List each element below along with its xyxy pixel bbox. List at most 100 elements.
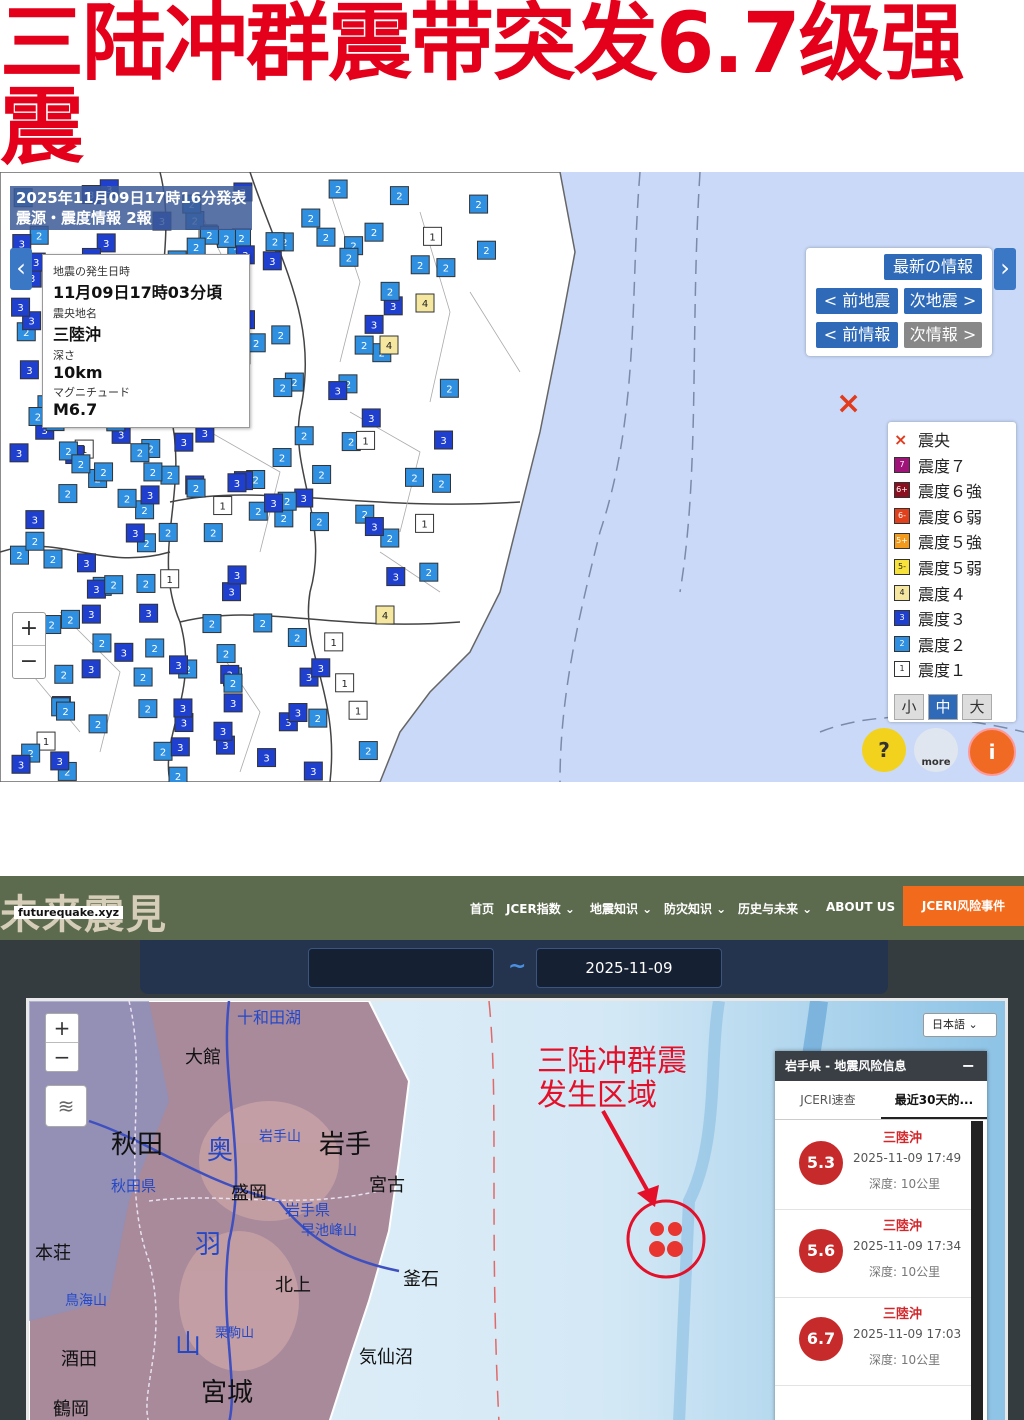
tab-jceri-lookup[interactable]: JCERI速查 [775, 1081, 881, 1119]
jma-intensity-map[interactable]: 2233222113222122223222222322233322322222… [0, 172, 1024, 782]
legend-label: 震度１ [918, 661, 967, 681]
svg-text:3: 3 [301, 494, 307, 505]
more-label: more [921, 757, 951, 768]
svg-text:3: 3 [368, 414, 374, 425]
svg-text:4: 4 [422, 299, 428, 310]
intensity-marker: 4 [379, 335, 399, 355]
intensity-marker: 2 [364, 222, 384, 242]
layers-icon[interactable]: ≋ [45, 1085, 87, 1127]
next-arrow-button[interactable]: › [994, 248, 1016, 290]
svg-text:2: 2 [396, 192, 402, 203]
intensity-marker: 3 [174, 432, 194, 452]
svg-text:3: 3 [230, 699, 236, 710]
map-place-label: 岩手山 [259, 1129, 301, 1145]
svg-text:3: 3 [270, 499, 276, 510]
prev-arrow-button[interactable]: ‹ [10, 248, 32, 290]
svg-text:2: 2 [280, 384, 286, 395]
legend-row: 7 震度７ [894, 454, 966, 476]
intensity-marker: 3 [25, 510, 45, 530]
svg-text:2: 2 [335, 185, 341, 196]
next-info-button[interactable]: 次情報 > [904, 322, 982, 348]
date-from-input[interactable] [308, 948, 494, 988]
svg-text:4: 4 [386, 341, 392, 352]
quake-list-item[interactable]: 5.6 三陸沖 2025-11-09 17:34 深度: 10公里 [775, 1209, 971, 1298]
svg-text:2: 2 [99, 639, 105, 650]
svg-text:2: 2 [371, 228, 377, 239]
svg-text:2: 2 [365, 747, 371, 758]
svg-text:3: 3 [234, 479, 240, 490]
svg-text:3: 3 [88, 665, 94, 676]
fq-zoom-out-button[interactable]: − [46, 1042, 78, 1071]
magnitude-value: M6.7 [53, 400, 98, 419]
menu-history-future[interactable]: 历史与未来 ⌄ [738, 900, 812, 917]
svg-text:3: 3 [33, 258, 39, 269]
language-select[interactable]: 日本語 ⌄ [923, 1013, 997, 1037]
jceri-map[interactable]: 大館 秋田 岩手 秋田県 盛岡 宮古 岩手県 早池峰山 本荘 北上 釜石 鳥海山 酒田 栗駒山 気仙沼 宮城鶴… [26, 998, 1008, 1420]
svg-text:2: 2 [279, 454, 285, 465]
intensity-marker: 3 [294, 488, 314, 508]
prev-info-button[interactable]: < 前情報 [816, 322, 898, 348]
svg-text:3: 3 [181, 438, 187, 449]
svg-text:2: 2 [100, 468, 106, 479]
place-value: 三陸沖 [53, 325, 102, 344]
svg-text:2: 2 [140, 673, 146, 684]
earthquake-info-card: 地震の発生日時 11月09日17時03分頃 震央地名 三陸沖 深さ 10km マ… [42, 254, 250, 428]
size-medium-button[interactable]: 中 [928, 694, 958, 720]
panel-scrollbar[interactable] [971, 1121, 983, 1420]
menu-about-us[interactable]: ABOUT US [826, 900, 895, 914]
svg-text:3: 3 [202, 429, 208, 440]
legend-epicenter-icon: × [894, 429, 908, 449]
tab-recent-30-days[interactable]: 最近30天的... [881, 1081, 987, 1119]
help-person-icon[interactable]: ? [862, 728, 906, 772]
svg-text:2: 2 [111, 581, 117, 592]
intensity-marker: 3 [86, 579, 106, 599]
more-search-icon[interactable]: more [914, 728, 958, 772]
svg-text:3: 3 [390, 302, 396, 313]
svg-text:3: 3 [180, 704, 186, 715]
latest-info-button[interactable]: 最新の情報 [884, 254, 982, 280]
svg-text:1: 1 [355, 706, 361, 717]
fq-zoom-in-button[interactable]: + [46, 1014, 78, 1042]
intensity-marker: 3 [303, 761, 323, 781]
svg-text:3: 3 [263, 754, 269, 765]
svg-text:2: 2 [253, 339, 259, 350]
intensity-marker: 2 [405, 467, 425, 487]
intensity-legend: × 震央 7 震度７ 6+ 震度６強 6- 震度６弱 5+ 震度５強 5- 震度５弱 4 震度４ 3 震度３ 2… [888, 422, 1016, 722]
prev-quake-button[interactable]: < 前地震 [816, 288, 898, 314]
panel-collapse-button[interactable]: − [962, 1051, 975, 1081]
intensity-marker: 2 [272, 448, 292, 468]
intensity-marker: 3 [434, 430, 454, 450]
svg-text:3: 3 [88, 610, 94, 621]
zoom-in-button[interactable]: + [13, 613, 45, 645]
menu-disaster-knowledge[interactable]: 防灾知识 ⌄ [664, 900, 726, 917]
svg-text:3: 3 [57, 757, 63, 768]
map-place-label: 早池峰山 [301, 1223, 357, 1239]
intensity-marker: 3 [125, 523, 145, 543]
intensity-marker: 3 [364, 314, 384, 334]
zoom-out-button[interactable]: − [13, 645, 45, 678]
place-label: 震央地名 [53, 307, 97, 320]
info-book-icon[interactable]: i [968, 728, 1016, 776]
svg-text:3: 3 [269, 257, 275, 268]
size-large-button[interactable]: 大 [962, 694, 992, 720]
svg-text:3: 3 [17, 303, 23, 314]
quake-list-item[interactable]: 5.3 三陸沖 2025-11-09 17:49 深度: 10公里 [775, 1121, 971, 1210]
intensity-marker: 3 [386, 567, 406, 587]
intensity-marker: 3 [139, 603, 159, 623]
quake-list-item[interactable]: 6.7 三陸沖 2025-11-09 17:03 深度: 10公里 [775, 1297, 971, 1386]
intensity-marker: 2 [133, 667, 153, 687]
legend-label: 震度５弱 [918, 559, 983, 578]
next-quake-button[interactable]: 次地震 > [904, 288, 982, 314]
legend-row: 5- 震度５弱 [894, 556, 982, 578]
menu-quake-knowledge[interactable]: 地震知识 ⌄ [590, 900, 652, 917]
intensity-marker: 2 [419, 562, 439, 582]
svg-text:2: 2 [260, 619, 266, 630]
menu-home[interactable]: 首页 [470, 900, 494, 917]
svg-text:3: 3 [335, 387, 341, 398]
date-to-input[interactable]: 2025-11-09 [536, 948, 722, 988]
menu-jcer-index[interactable]: JCER指数 ⌄ [506, 900, 575, 917]
intensity-marker: 2 [153, 741, 173, 761]
size-small-button[interactable]: 小 [894, 694, 924, 720]
intensity-marker: 1 [160, 569, 180, 589]
jceri-risk-events-button[interactable]: JCERI风险事件 [903, 886, 1024, 926]
